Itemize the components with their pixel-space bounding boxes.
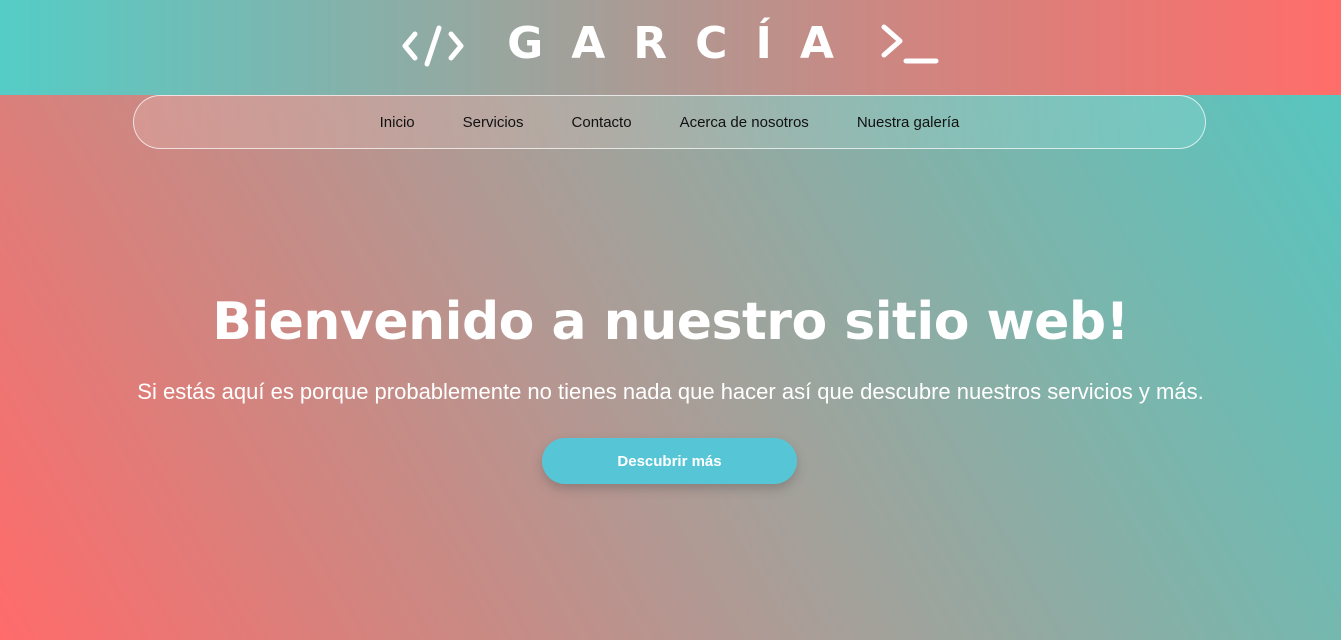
hero-title: Bienvenido a nuestro sitio web! — [212, 292, 1129, 352]
brand-name: GARCÍA — [507, 17, 862, 69]
nav-item-nuestra-galeria[interactable]: Nuestra galería — [857, 114, 960, 131]
hero-subtitle: Si estás aquí es porque probablemente no… — [137, 379, 1204, 404]
discover-more-button[interactable]: Descubrir más — [542, 438, 797, 484]
terminal-prompt-icon — [881, 24, 939, 63]
nav-item-servicios[interactable]: Servicios — [463, 114, 524, 131]
nav-item-acerca-de-nosotros[interactable]: Acerca de nosotros — [680, 114, 809, 131]
nav-item-inicio[interactable]: Inicio — [380, 114, 415, 131]
site-header: GARCÍA — [0, 0, 1341, 95]
main-nav: Inicio Servicios Contacto Acerca de noso… — [133, 95, 1206, 149]
brand[interactable]: GARCÍA — [0, 0, 1341, 95]
nav-item-contacto[interactable]: Contacto — [572, 114, 632, 131]
code-brackets-icon — [402, 25, 464, 66]
